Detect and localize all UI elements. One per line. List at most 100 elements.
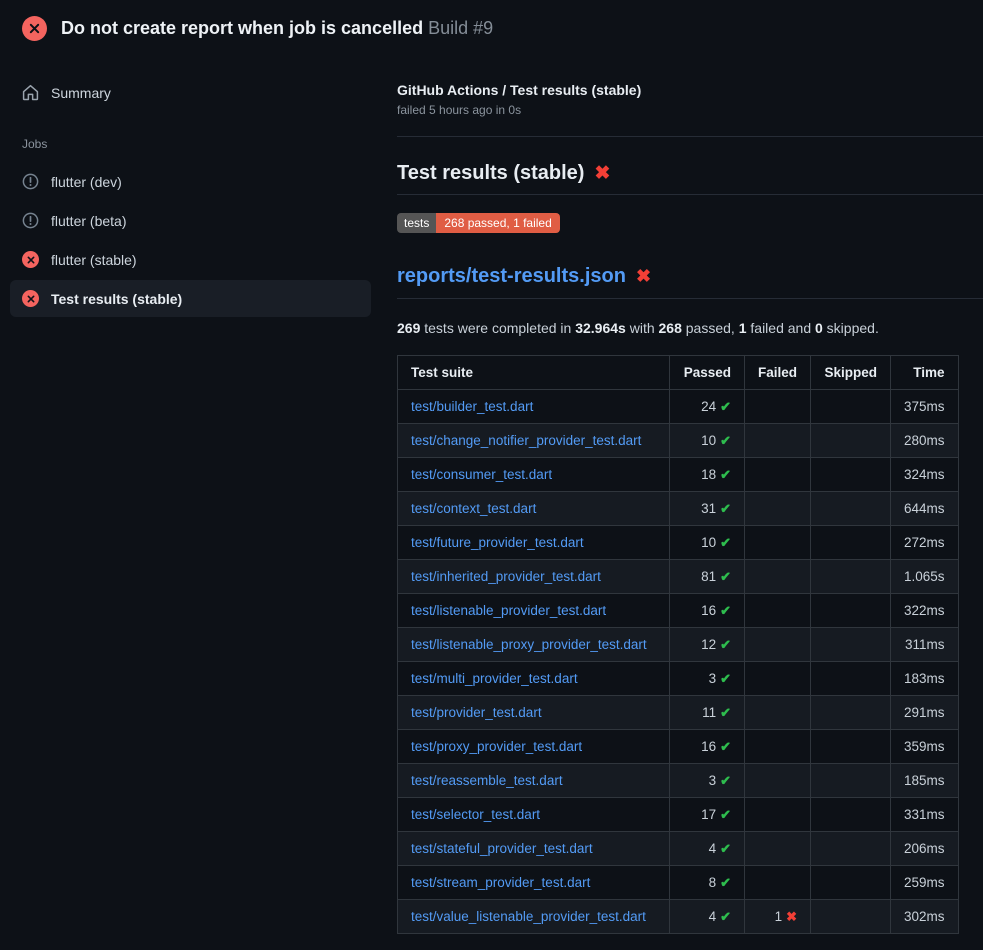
passed-cell: 4✔: [670, 900, 745, 934]
time-cell: 302ms: [891, 900, 959, 934]
neutral-status-icon: [22, 212, 39, 229]
failed-cell: [745, 458, 811, 492]
test-suite-link[interactable]: test/future_provider_test.dart: [411, 535, 584, 550]
table-row: test/future_provider_test.dart10✔272ms: [398, 526, 959, 560]
test-suite-link[interactable]: test/selector_test.dart: [411, 807, 540, 822]
test-suite-link[interactable]: test/context_test.dart: [411, 501, 536, 516]
failed-cell: [745, 662, 811, 696]
test-suite-link[interactable]: test/stream_provider_test.dart: [411, 875, 590, 890]
passed-check-icon: ✔: [720, 739, 731, 754]
failed-cell: [745, 594, 811, 628]
badge-label: tests: [397, 213, 436, 233]
sidebar-item-summary[interactable]: Summary: [10, 74, 371, 111]
table-row: test/selector_test.dart 17✔ 331ms: [398, 798, 959, 832]
breadcrumb: GitHub Actions / Test results (stable): [397, 82, 983, 98]
test-suite-link[interactable]: test/builder_test.dart: [411, 399, 533, 414]
report-file-link[interactable]: reports/test-results.json: [397, 265, 626, 288]
passed-cell: 18✔: [670, 458, 745, 492]
summary-skipped: 0: [815, 320, 823, 336]
time-cell: 183ms: [891, 662, 959, 696]
skipped-cell: [811, 900, 891, 934]
test-suite-link[interactable]: test/consumer_test.dart: [411, 467, 552, 482]
build-number: Build #9: [428, 18, 493, 38]
passed-check-icon: ✔: [720, 399, 731, 414]
sidebar-item-label: flutter (stable): [51, 252, 137, 268]
table-row: test/provider_test.dart11✔291ms: [398, 696, 959, 730]
skipped-cell: [811, 662, 891, 696]
skipped-cell: [811, 390, 891, 424]
passed-cell: 8✔: [670, 866, 745, 900]
passed-check-icon: ✔: [720, 569, 731, 584]
failed-cell: 1✖: [745, 900, 811, 934]
header-divider: [397, 136, 983, 137]
failed-cell: [745, 696, 811, 730]
table-row: test/inherited_provider_test.dart81✔1.06…: [398, 560, 959, 594]
column-header-passed: Passed: [670, 356, 745, 390]
status-line: failed 5 hours ago in 0s: [397, 103, 983, 117]
time-cell: 375ms: [891, 390, 959, 424]
skipped-cell: [811, 594, 891, 628]
skipped-cell: [811, 424, 891, 458]
skipped-cell: [811, 526, 891, 560]
section-title: Test results (stable) ✖: [397, 162, 983, 195]
passed-cell: 10✔: [670, 526, 745, 560]
sidebar-item-flutter-stable[interactable]: flutter (stable): [10, 241, 371, 278]
passed-check-icon: ✔: [720, 671, 731, 686]
time-cell: 291ms: [891, 696, 959, 730]
sidebar-item-label: flutter (beta): [51, 213, 126, 229]
time-cell: 185ms: [891, 764, 959, 798]
failed-cell: [745, 526, 811, 560]
test-suite-cell: test/change_notifier_provider_test.dart: [398, 424, 670, 458]
section-title-text: Test results (stable): [397, 162, 584, 185]
test-suite-link[interactable]: test/provider_test.dart: [411, 705, 542, 720]
time-cell: 331ms: [891, 798, 959, 832]
sidebar-item-label: flutter (dev): [51, 174, 122, 190]
home-icon: [22, 84, 39, 101]
test-results-table: Test suite Passed Failed Skipped Time te…: [397, 355, 959, 934]
column-header-skipped: Skipped: [811, 356, 891, 390]
test-suite-cell: test/inherited_provider_test.dart: [398, 560, 670, 594]
table-row: test/consumer_test.dart 18✔ 324ms: [398, 458, 959, 492]
test-suite-link[interactable]: test/multi_provider_test.dart: [411, 671, 578, 686]
test-suite-link[interactable]: test/proxy_provider_test.dart: [411, 739, 582, 754]
table-row: test/stateful_provider_test.dart4✔206ms: [398, 832, 959, 866]
test-suite-link[interactable]: test/listenable_proxy_provider_test.dart: [411, 637, 647, 652]
time-cell: 324ms: [891, 458, 959, 492]
test-suite-link[interactable]: test/inherited_provider_test.dart: [411, 569, 601, 584]
passed-check-icon: ✔: [720, 501, 731, 516]
time-cell: 311ms: [891, 628, 959, 662]
table-row: test/builder_test.dart24✔375ms: [398, 390, 959, 424]
passed-cell: 4✔: [670, 832, 745, 866]
table-header-row: Test suite Passed Failed Skipped Time: [398, 356, 959, 390]
test-suite-link[interactable]: test/reassemble_test.dart: [411, 773, 563, 788]
passed-cell: 10✔: [670, 424, 745, 458]
summary-failed: 1: [739, 320, 747, 336]
test-suite-cell: test/listenable_provider_test.dart: [398, 594, 670, 628]
test-suite-cell: test/selector_test.dart: [398, 798, 670, 832]
sidebar-item-flutter-beta[interactable]: flutter (beta): [10, 202, 371, 239]
time-cell: 280ms: [891, 424, 959, 458]
skipped-cell: [811, 798, 891, 832]
test-suite-cell: test/consumer_test.dart: [398, 458, 670, 492]
passed-check-icon: ✔: [720, 433, 731, 448]
test-suite-cell: test/stream_provider_test.dart: [398, 866, 670, 900]
passed-check-icon: ✔: [720, 705, 731, 720]
test-suite-link[interactable]: test/value_listenable_provider_test.dart: [411, 909, 646, 924]
test-suite-link[interactable]: test/listenable_provider_test.dart: [411, 603, 606, 618]
time-cell: 644ms: [891, 492, 959, 526]
time-cell: 259ms: [891, 866, 959, 900]
test-suite-link[interactable]: test/stateful_provider_test.dart: [411, 841, 593, 856]
table-row: test/multi_provider_test.dart3✔183ms: [398, 662, 959, 696]
failed-cell: [745, 730, 811, 764]
passed-cell: 17✔: [670, 798, 745, 832]
column-header-time: Time: [891, 356, 959, 390]
failed-x-icon: ✖: [636, 266, 651, 287]
sidebar-item-flutter-dev[interactable]: flutter (dev): [10, 163, 371, 200]
skipped-cell: [811, 764, 891, 798]
sidebar-item-test-results-stable[interactable]: Test results (stable): [10, 280, 371, 317]
test-suite-cell: test/reassemble_test.dart: [398, 764, 670, 798]
test-suite-link[interactable]: test/change_notifier_provider_test.dart: [411, 433, 641, 448]
table-row: test/context_test.dart31✔644ms: [398, 492, 959, 526]
table-row: test/value_listenable_provider_test.dart…: [398, 900, 959, 934]
skipped-cell: [811, 730, 891, 764]
